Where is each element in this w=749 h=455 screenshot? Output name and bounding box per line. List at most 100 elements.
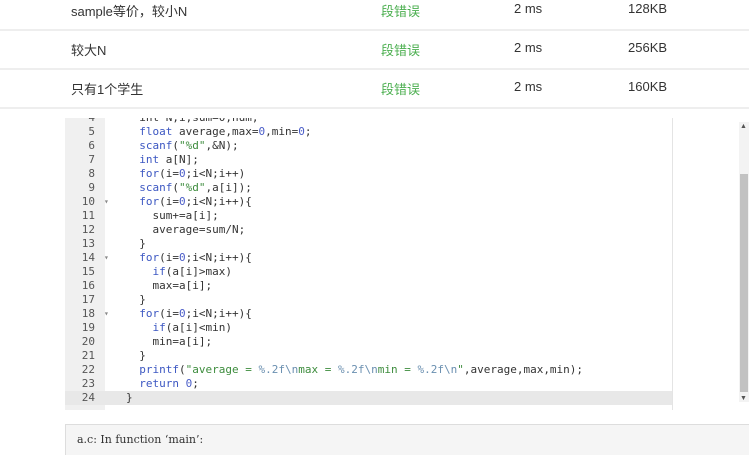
active-line-highlight [65, 391, 672, 405]
code-token: a[N]; [159, 153, 199, 166]
line-number: 24 [65, 391, 113, 405]
fold-arrow-icon[interactable]: ▾ [104, 251, 109, 265]
result-row: 较大N 段错误 2 ms 256KB [0, 30, 749, 70]
code-line[interactable]: sum+=a[i]; [126, 209, 218, 223]
code-line[interactable]: } [126, 391, 133, 405]
code-token: 0 [179, 195, 186, 208]
code-token: "%d" [178, 181, 206, 194]
time-used: 2 ms [514, 40, 543, 55]
code-token: min = [377, 363, 418, 376]
code-token: "%d" [178, 139, 206, 152]
line-number-text: 5 [88, 125, 95, 138]
fold-arrow-icon[interactable]: ▾ [104, 307, 109, 321]
line-number-text: 8 [88, 167, 95, 180]
result-row: 只有1个学生 段错误 2 ms 160KB [0, 69, 749, 109]
code-token: (a[i]<min) [165, 321, 232, 334]
code-line[interactable]: max=a[i]; [126, 279, 212, 293]
code-token: if [126, 321, 166, 334]
code-token: %.2f\n [417, 363, 458, 376]
code-line[interactable]: average=sum/N; [126, 223, 245, 237]
code-token: ( [172, 181, 179, 194]
status-text: 段错误 [381, 4, 421, 19]
code-line[interactable]: int N,i,sum=0,num; [126, 118, 258, 125]
line-number-text: 12 [81, 223, 95, 236]
line-number: 17 [65, 293, 113, 307]
scroll-down-arrow-icon[interactable]: ▼ [740, 395, 747, 402]
code-line[interactable]: for(i=0;i<N;i++){ [126, 195, 252, 209]
code-token: min=a[i]; [126, 335, 213, 348]
code-token: "average = [185, 363, 259, 376]
code-token: scanf [126, 181, 173, 194]
line-number-text: 22 [81, 363, 95, 376]
code-line[interactable]: scanf("%d",&N); [126, 139, 238, 153]
line-number: 23 [65, 377, 113, 391]
code-token: average=sum/N; [126, 223, 246, 236]
code-token: (i= [159, 167, 179, 180]
status-text: 段错误 [381, 43, 421, 58]
code-line[interactable]: float average,max=0,min=0; [126, 125, 311, 139]
scroll-up-arrow-icon[interactable]: ▲ [740, 123, 747, 130]
line-number: 13 [65, 237, 113, 251]
code-line[interactable]: if(a[i]>max) [126, 265, 232, 279]
code-line[interactable]: int a[N]; [126, 153, 199, 167]
line-number-text: 11 [81, 209, 95, 222]
code-token: float [126, 125, 173, 138]
code-line[interactable]: if(a[i]<min) [126, 321, 232, 335]
result-row: sample等价，较小N 段错误 2 ms 128KB [0, 0, 749, 31]
code-token: scanf [126, 139, 173, 152]
code-line[interactable]: } [126, 293, 146, 307]
code-line[interactable]: min=a[i]; [126, 335, 212, 349]
line-number: 18 ▾ [65, 307, 113, 321]
code-token: ,a[i]); [205, 181, 252, 194]
code-token: 0 [179, 251, 186, 264]
code-line[interactable]: for(i=0;i<N;i++){ [126, 307, 252, 321]
code-token: for [126, 251, 160, 264]
line-number-text: 7 [88, 153, 95, 166]
line-number-text: 17 [81, 293, 95, 306]
test-case-name: 较大N [71, 43, 107, 58]
line-number-text: 13 [81, 237, 95, 250]
code-line[interactable]: scanf("%d",a[i]); [126, 181, 252, 195]
code-line[interactable]: for(i=0;i<N;i++) [126, 167, 245, 181]
scrollbar-thumb[interactable] [740, 174, 748, 392]
code-token: ;i<N;i++){ [185, 307, 252, 320]
code-token: 0 [179, 167, 186, 180]
code-token: (i= [159, 195, 179, 208]
code-line[interactable]: for(i=0;i<N;i++){ [126, 251, 252, 265]
line-number: 21 [65, 349, 113, 363]
line-number-text: 24 [81, 391, 95, 404]
editor-scrollbar[interactable]: ▲ ▼ [739, 122, 749, 402]
code-token: for [126, 167, 160, 180]
line-number: 6 [65, 139, 113, 153]
line-number-text: 9 [88, 181, 95, 194]
line-number: 5 [65, 125, 113, 139]
code-line[interactable]: } [126, 237, 146, 251]
test-case-name: 只有1个学生 [71, 82, 144, 97]
code-line[interactable]: printf("average = %.2f\nmax = %.2f\nmin … [126, 363, 583, 377]
code-line[interactable]: return 0; [126, 377, 199, 391]
line-number: 16 [65, 279, 113, 293]
code-token: } [126, 293, 146, 306]
code-token: (a[i]>max) [165, 265, 232, 278]
code-token: max=a[i]; [126, 279, 213, 292]
line-number: 15 [65, 265, 113, 279]
fold-arrow-icon[interactable]: ▾ [104, 195, 109, 209]
code-token: int [126, 153, 160, 166]
code-token: if [126, 265, 166, 278]
code-token: ( [172, 139, 179, 152]
memory-used: 128KB [628, 1, 668, 16]
code-line[interactable]: } [126, 349, 146, 363]
line-number: 9 [65, 181, 113, 195]
code-editor[interactable]: 4 int N,i,sum=0,num; 5 float average,max=… [65, 118, 673, 410]
code-token: printf [126, 363, 179, 376]
code-token: ;i<N;i++) [185, 167, 246, 180]
compiler-output-text: a.c: In function ‘main’: [77, 433, 204, 446]
code-token: (i= [159, 307, 179, 320]
line-number: 8 [65, 167, 113, 181]
memory-used: 160KB [628, 79, 668, 94]
line-number: 14 ▾ [65, 251, 113, 265]
line-number: 22 [65, 363, 113, 377]
line-number: 11 [65, 209, 113, 223]
line-number-text: 16 [81, 279, 95, 292]
time-used: 2 ms [514, 79, 543, 94]
